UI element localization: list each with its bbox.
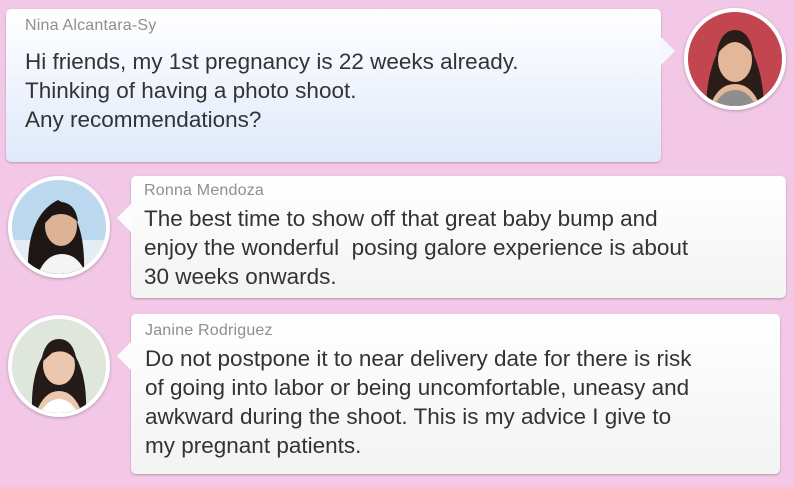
- author-name: Ronna Mendoza: [144, 182, 265, 199]
- avatar-nina[interactable]: [684, 8, 786, 110]
- message-bubble-janine: Janine Rodriguez Do not postpone it to n…: [117, 314, 780, 474]
- avatar-photo: [12, 319, 106, 413]
- message-text: The best time to show off that great bab…: [144, 206, 689, 289]
- message-text: Hi friends, my 1st pregnancy is 22 weeks…: [25, 49, 519, 132]
- message-bubble-nina: Nina Alcantara-Sy Hi friends, my 1st pre…: [6, 9, 675, 162]
- message-text: Do not postpone it to near delivery date…: [145, 346, 692, 458]
- avatar-photo: [12, 180, 106, 274]
- message-bubble-ronna: Ronna Mendoza The best time to show off …: [117, 176, 786, 298]
- avatar-janine[interactable]: [8, 315, 110, 417]
- avatar-ronna[interactable]: [8, 176, 110, 278]
- author-name: Janine Rodriguez: [145, 322, 273, 339]
- author-name: Nina Alcantara-Sy: [25, 17, 157, 34]
- avatar-photo: [688, 12, 782, 106]
